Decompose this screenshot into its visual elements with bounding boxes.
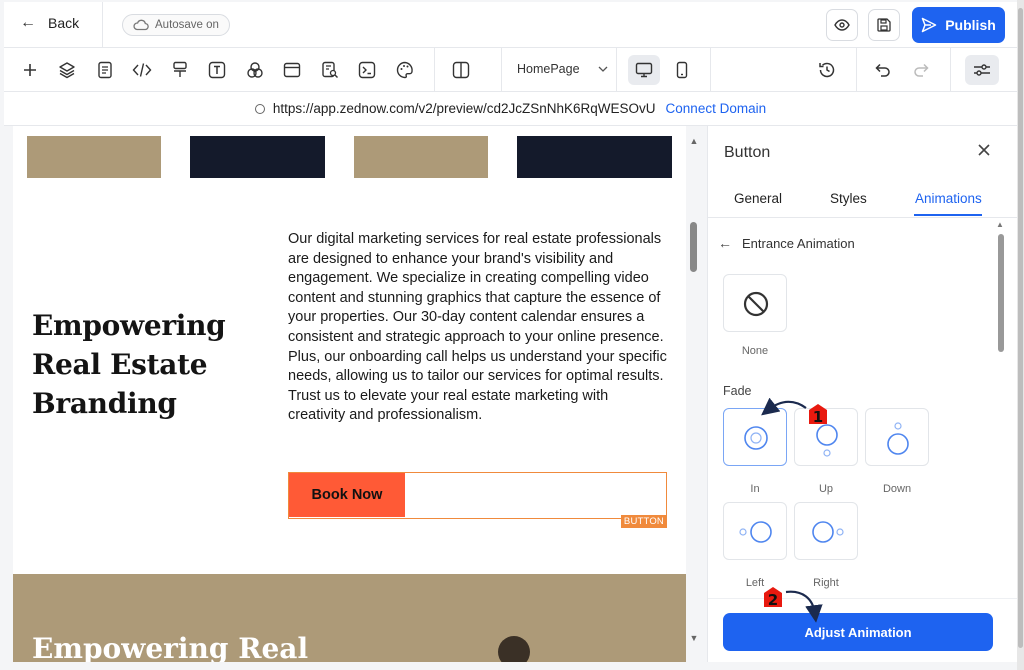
step-marker: 1: [807, 403, 829, 426]
step-number: 2: [767, 591, 779, 609]
window-scrollbar[interactable]: [1017, 0, 1024, 670]
step-marker: 2: [762, 586, 784, 609]
annotation-arrows: [761, 397, 823, 623]
annotation-arrow: [761, 397, 807, 416]
annotation-arrow: [785, 590, 823, 623]
scrollbar-thumb[interactable]: [1018, 8, 1023, 648]
step-number: 1: [812, 408, 824, 426]
